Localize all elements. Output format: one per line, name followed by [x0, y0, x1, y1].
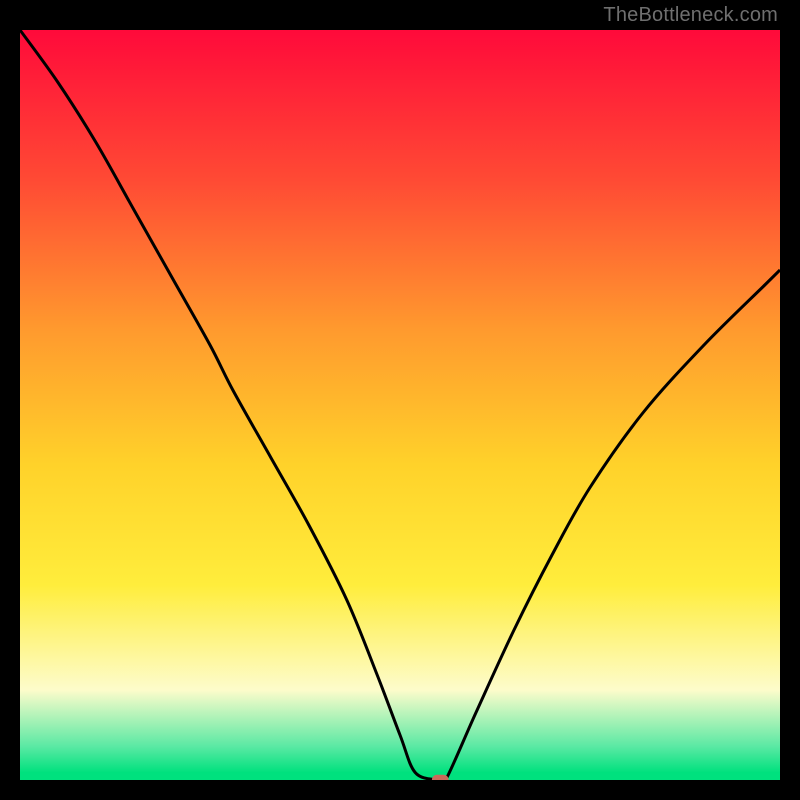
chart-svg [20, 30, 780, 780]
gradient-background [20, 30, 780, 780]
sweet-spot-marker [432, 775, 449, 780]
chart-frame: TheBottleneck.com [0, 0, 800, 800]
watermark-text: TheBottleneck.com [603, 4, 778, 27]
plot-area [20, 30, 780, 780]
